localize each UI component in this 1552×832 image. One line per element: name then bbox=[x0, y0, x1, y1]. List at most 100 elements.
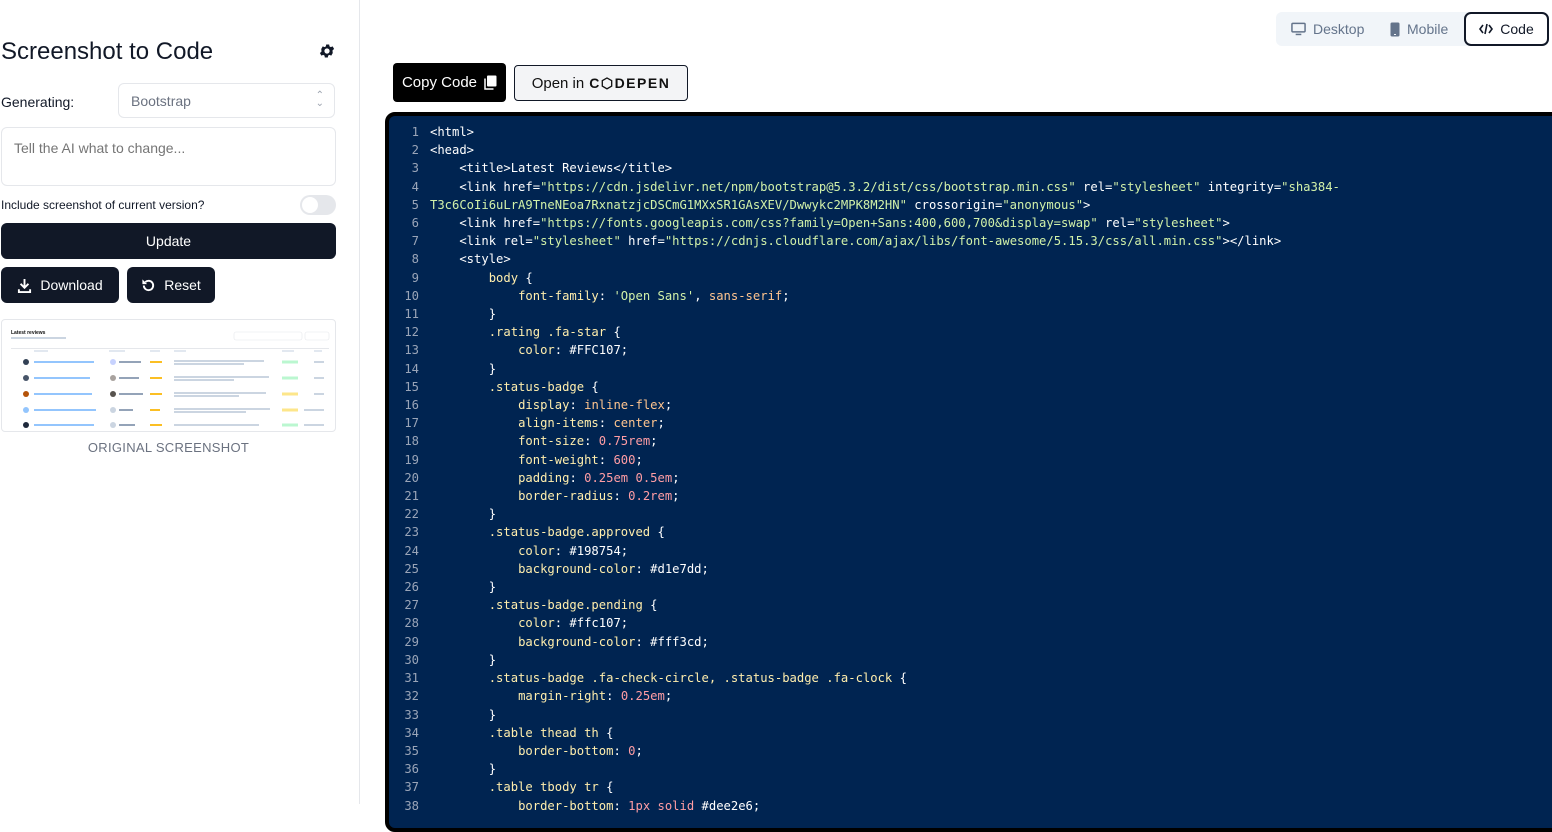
update-button[interactable]: Update bbox=[1, 223, 336, 259]
copy-code-button[interactable]: Copy Code bbox=[393, 63, 506, 102]
code-token: 0.75rem bbox=[598, 434, 651, 449]
code-line: 13 color: #FFC107; bbox=[389, 341, 1340, 359]
code-editor[interactable]: 1 <html> 2 <head> 3 <title>Latest Reviews</t… bbox=[385, 112, 1552, 832]
line-number: 6 bbox=[411, 216, 419, 231]
code-token: "stylesheet" bbox=[1134, 216, 1223, 231]
line-number: 13 bbox=[404, 343, 419, 358]
line-number: 10 bbox=[404, 288, 419, 303]
code-token: } bbox=[430, 307, 497, 322]
code-token: { bbox=[518, 270, 533, 285]
tab-desktop[interactable]: Desktop bbox=[1291, 12, 1364, 46]
code-token: #dee2e6; bbox=[694, 798, 761, 813]
smartphone-icon bbox=[1390, 22, 1400, 36]
code-token: ; bbox=[672, 489, 680, 504]
code-line: 3 <title>Latest Reviews</title> bbox=[389, 159, 1340, 177]
code-token: rel= bbox=[1075, 179, 1113, 194]
gear-icon[interactable] bbox=[318, 42, 336, 60]
code-line: 4 <link href= "https://cdn.jsdelivr.net/n… bbox=[389, 178, 1340, 196]
codepen-logo: C⬡DEPEN bbox=[589, 74, 671, 91]
code-line: 28 color: #ffc107; bbox=[389, 614, 1340, 632]
code-token: inline-flex bbox=[584, 398, 665, 413]
code-token: 0.25em 0.5em bbox=[584, 470, 673, 485]
line-number: 25 bbox=[404, 561, 419, 576]
download-button-label: Download bbox=[40, 277, 103, 293]
code-token: href= bbox=[620, 234, 665, 249]
code-token: margin-right bbox=[518, 689, 607, 704]
code-line: 1 <html> bbox=[389, 123, 1340, 141]
tab-code-label: Code bbox=[1500, 21, 1534, 37]
code-token: 600 bbox=[613, 452, 636, 467]
code-line: 21 border-radius: 0.2rem; bbox=[389, 487, 1340, 505]
line-number: 26 bbox=[404, 580, 419, 595]
code-token: : bbox=[569, 398, 585, 413]
code-token: .table tbody tr bbox=[488, 780, 599, 795]
framework-select[interactable]: Bootstrap ⌃ ⌄ bbox=[118, 83, 335, 118]
include-screenshot-label: Include screenshot of current version? bbox=[1, 198, 205, 212]
view-mode-tabs: Desktop Mobile Code bbox=[1276, 12, 1549, 46]
code-line: 7 <link rel= "stylesheet" href= "https://c… bbox=[389, 232, 1340, 250]
code-token: <title>Latest Reviews</title> bbox=[430, 161, 673, 176]
code-token: border-radius bbox=[518, 489, 614, 504]
update-button-label: Update bbox=[145, 233, 192, 249]
code-line: 14 } bbox=[389, 360, 1340, 378]
code-token: integrity= bbox=[1200, 179, 1282, 194]
code-line: 20 padding: 0.25em 0.5em; bbox=[389, 469, 1340, 487]
generating-label: Generating: bbox=[1, 94, 75, 110]
toggle-knob bbox=[302, 197, 318, 213]
code-line: 8 <style> bbox=[389, 250, 1340, 268]
code-line: 37 .table tbody tr { bbox=[389, 778, 1340, 796]
code-token: .status-badge.pending bbox=[488, 598, 643, 613]
original-screenshot-thumbnail: Latest reviews bbox=[1, 319, 336, 432]
framework-select-value: Bootstrap bbox=[131, 93, 191, 109]
line-number: 14 bbox=[404, 361, 419, 376]
line-number: 3 bbox=[411, 161, 419, 176]
code-token: { bbox=[606, 325, 621, 340]
line-number: 8 bbox=[411, 252, 419, 267]
code-line: 26 } bbox=[389, 578, 1340, 596]
instruction-input[interactable] bbox=[1, 127, 336, 186]
code-token: color bbox=[518, 543, 555, 558]
code-line: 17 align-items: center; bbox=[389, 414, 1340, 432]
code-token: background-color bbox=[518, 561, 636, 576]
code-token: { bbox=[642, 598, 658, 613]
code-token: .status-badge.approved bbox=[488, 525, 651, 540]
code-token: .table thead th bbox=[488, 725, 599, 740]
code-token: 0.2rem bbox=[628, 489, 673, 504]
code-token: center bbox=[613, 416, 658, 431]
code-line: 19 font-weight: 600; bbox=[389, 451, 1340, 469]
code-token: <style> bbox=[430, 252, 511, 267]
include-screenshot-toggle[interactable] bbox=[300, 195, 336, 215]
line-number: 36 bbox=[404, 762, 419, 777]
line-number: 32 bbox=[404, 689, 419, 704]
download-button[interactable]: Download bbox=[1, 267, 119, 303]
code-line: 31 .status-badge .fa-check-circle, .stat… bbox=[389, 669, 1340, 687]
tab-mobile-label: Mobile bbox=[1407, 21, 1449, 37]
code-token: { bbox=[598, 725, 614, 740]
code-token: : #fff3cd; bbox=[635, 634, 709, 649]
code-token: font-family bbox=[518, 288, 599, 303]
tab-mobile[interactable]: Mobile bbox=[1390, 12, 1448, 46]
code-token: body bbox=[488, 270, 519, 285]
code-line: 6 <link href= "https://fonts.googleapis.c… bbox=[389, 214, 1340, 232]
code-token: border-bottom bbox=[518, 743, 614, 758]
reset-button[interactable]: Reset bbox=[127, 267, 215, 303]
line-number: 30 bbox=[404, 652, 419, 667]
open-in-codepen-button[interactable]: Open in C⬡DEPEN bbox=[514, 65, 688, 101]
code-line: 29 background-color: #fff3cd; bbox=[389, 633, 1340, 651]
code-line: 5 T3c6CoIi6uLrA9TneNEoa7RxnatzjcDSCmG1MXx… bbox=[389, 196, 1340, 214]
tab-code[interactable]: Code bbox=[1464, 12, 1549, 46]
code-line: 23 .status-badge.approved { bbox=[389, 523, 1340, 541]
line-number: 22 bbox=[404, 507, 419, 522]
line-number: 37 bbox=[404, 780, 419, 795]
line-number: 35 bbox=[404, 743, 419, 758]
code-line: 24 color: #198754; bbox=[389, 542, 1340, 560]
